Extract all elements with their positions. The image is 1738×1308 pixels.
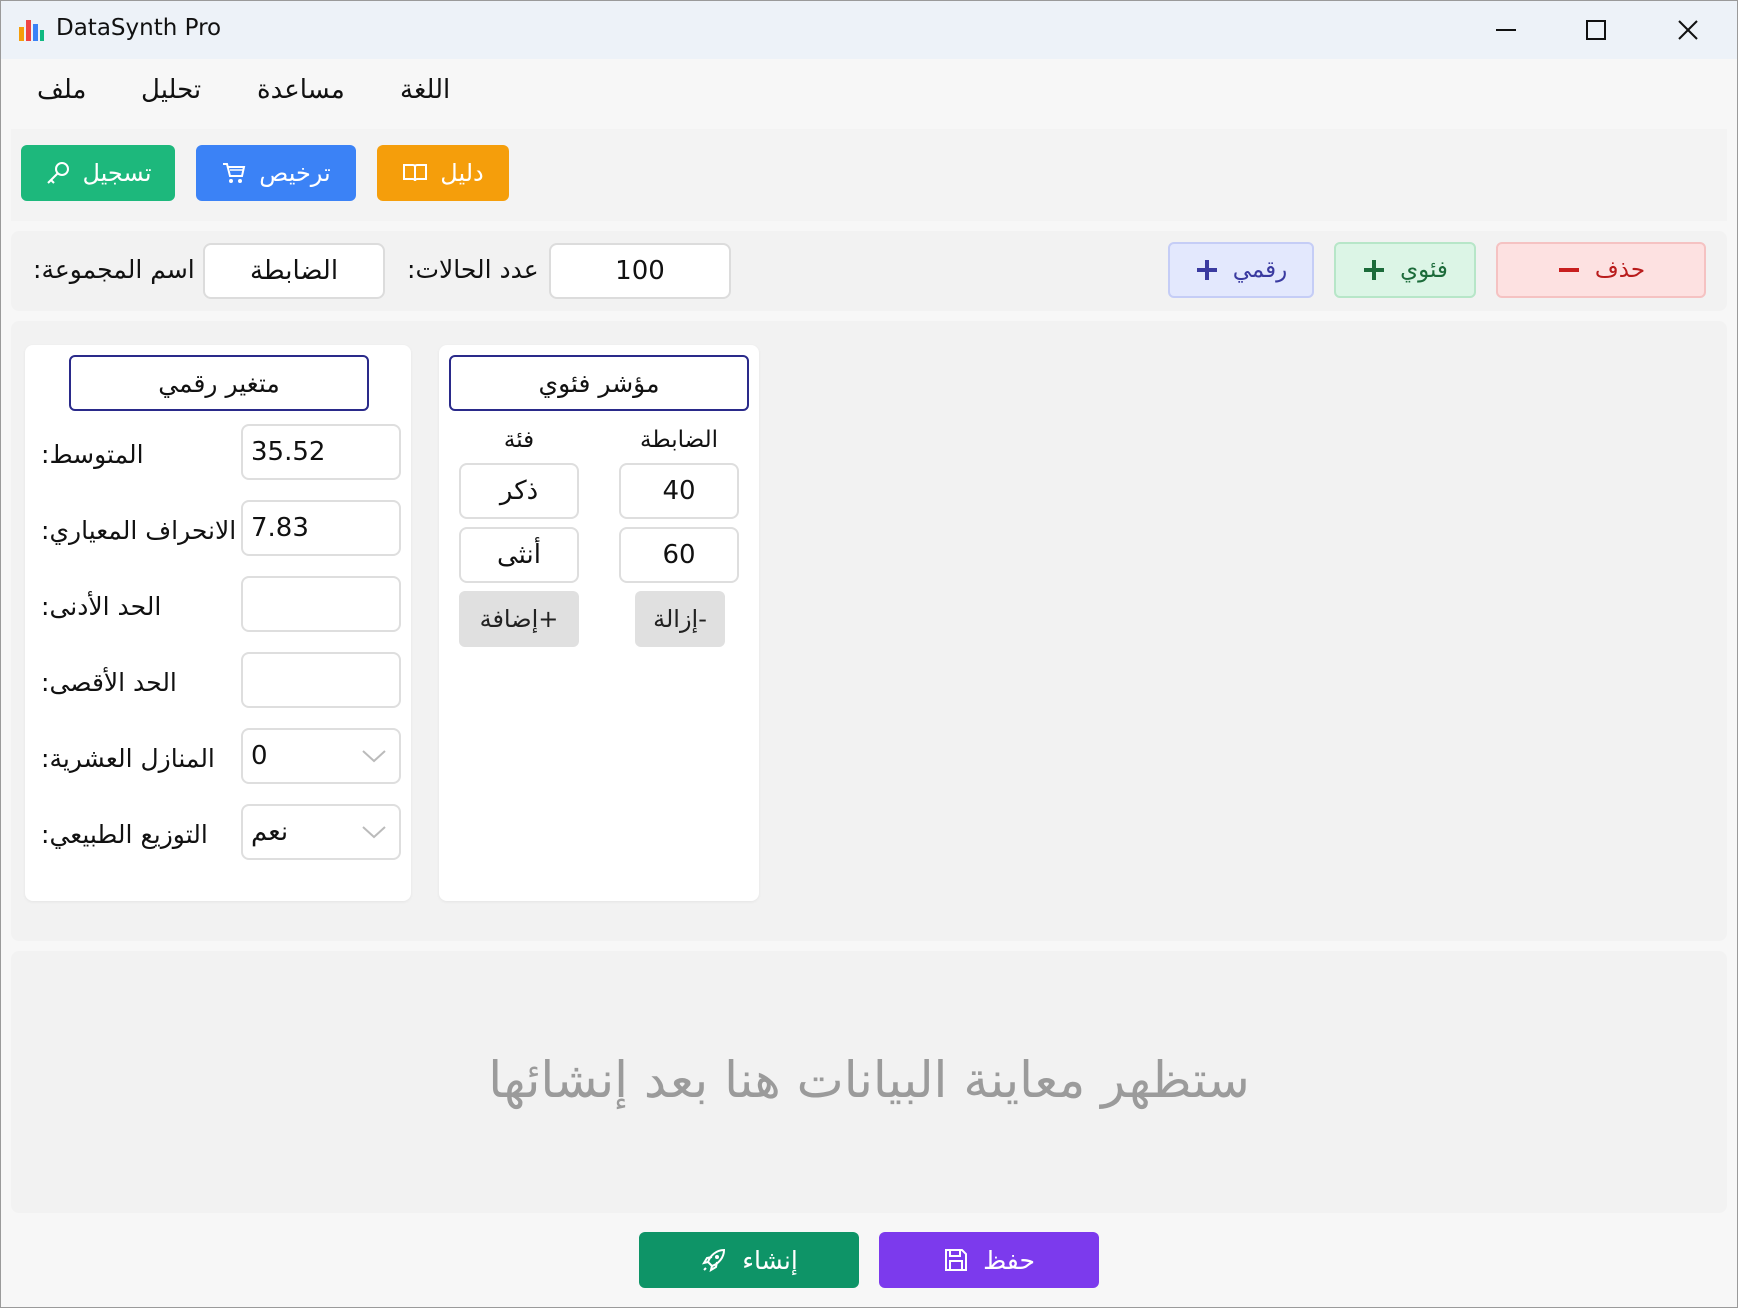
register-label: تسجيل xyxy=(82,159,152,187)
categorical-variable-card: مؤشر فئوي فئة الضابطة ذكر 40 أنثى 60 إضا… xyxy=(439,345,759,901)
group-name-label: :اسم المجموعة xyxy=(33,255,195,284)
normal-dist-value: نعم xyxy=(251,817,289,847)
count-input-2[interactable]: 60 xyxy=(619,527,739,583)
group-name-input[interactable]: الضابطة xyxy=(203,243,385,299)
plus-icon xyxy=(1364,260,1385,280)
std-dev-label: :الانحراف المعياري xyxy=(41,516,237,545)
add-category-button[interactable]: إضافة+ xyxy=(459,591,579,647)
count-input-1[interactable]: 40 xyxy=(619,463,739,519)
guide-button[interactable]: دليل xyxy=(377,145,509,201)
app-chart-icon xyxy=(19,20,44,41)
guide-label: دليل xyxy=(440,159,484,187)
license-label: ترخيص xyxy=(259,159,331,187)
group-controls: :اسم المجموعة الضابطة :عدد الحالات 100 ر… xyxy=(11,231,1727,311)
numeric-variable-card: متغير رقمي :المتوسط 35.52 :الانحراف المع… xyxy=(25,345,411,901)
add-numeric-button[interactable]: رقمي xyxy=(1168,242,1314,298)
max-input[interactable] xyxy=(241,652,401,708)
chevron-down-icon xyxy=(362,826,386,839)
plus-icon xyxy=(1196,260,1217,280)
normal-dist-select[interactable]: نعم xyxy=(241,804,401,860)
minimize-button[interactable] xyxy=(1461,1,1551,59)
title-bar: DataSynth Pro xyxy=(1,1,1737,59)
key-icon xyxy=(46,162,69,184)
cases-label: :عدد الحالات xyxy=(407,255,539,284)
book-icon xyxy=(403,164,428,182)
close-icon xyxy=(1678,20,1698,40)
add-categorical-label: فئوي xyxy=(1400,257,1448,283)
license-button[interactable]: ترخيص xyxy=(196,145,356,201)
maximize-icon xyxy=(1586,20,1606,40)
add-categorical-button[interactable]: فئوي xyxy=(1334,242,1476,298)
minimize-icon xyxy=(1496,29,1516,31)
std-dev-input[interactable]: 7.83 xyxy=(241,500,401,556)
category-input-1[interactable]: ذكر xyxy=(459,463,579,519)
save-button[interactable]: حفظ xyxy=(879,1232,1099,1288)
minus-icon xyxy=(1558,268,1579,272)
close-button[interactable] xyxy=(1643,1,1733,59)
mean-label: :المتوسط xyxy=(41,440,144,469)
remove-category-button[interactable]: إزالة- xyxy=(635,591,725,647)
menu-bar: ملف تحليل مساعدة اللغة xyxy=(1,59,1737,129)
category-column-header: فئة xyxy=(503,427,535,453)
window-title: DataSynth Pro xyxy=(56,15,222,41)
variables-area: متغير رقمي :المتوسط 35.52 :الانحراف المع… xyxy=(11,321,1727,941)
data-preview-panel: ستظهر معاينة البيانات هنا بعد إنشائها xyxy=(11,951,1727,1213)
save-label: حفظ xyxy=(983,1245,1035,1275)
floppy-disk-icon xyxy=(945,1249,968,1271)
chevron-down-icon xyxy=(362,750,386,763)
menu-help[interactable]: مساعدة xyxy=(257,75,345,105)
min-label: :الحد الأدنى xyxy=(41,592,162,621)
decimals-label: :المنازل العشرية xyxy=(41,744,215,773)
category-input-2[interactable]: أنثى xyxy=(459,527,579,583)
maximize-button[interactable] xyxy=(1551,1,1641,59)
cart-icon xyxy=(223,163,246,183)
decimals-value: 0 xyxy=(251,741,268,771)
menu-file[interactable]: ملف xyxy=(37,75,86,105)
group-column-header: الضابطة xyxy=(640,427,718,453)
add-numeric-label: رقمي xyxy=(1232,257,1288,283)
cases-input[interactable]: 100 xyxy=(549,243,731,299)
delete-button[interactable]: حذف xyxy=(1496,242,1706,298)
app-window: DataSynth Pro ملف تحليل مساعدة اللغة تسج… xyxy=(0,0,1738,1308)
register-button[interactable]: تسجيل xyxy=(21,145,175,201)
create-label: إنشاء xyxy=(742,1245,798,1275)
decimals-select[interactable]: 0 xyxy=(241,728,401,784)
menu-analysis[interactable]: تحليل xyxy=(141,75,201,105)
normal-dist-label: :التوزيع الطبيعي xyxy=(41,820,208,849)
menu-language[interactable]: اللغة xyxy=(400,75,450,105)
max-label: :الحد الأقصى xyxy=(41,668,177,697)
toolbar: تسجيل ترخيص دليل xyxy=(11,129,1727,221)
mean-input[interactable]: 35.52 xyxy=(241,424,401,480)
delete-label: حذف xyxy=(1594,257,1646,283)
min-input[interactable] xyxy=(241,576,401,632)
numeric-variable-title[interactable]: متغير رقمي xyxy=(69,355,369,411)
rocket-icon xyxy=(702,1248,726,1273)
categorical-variable-title[interactable]: مؤشر فئوي xyxy=(449,355,749,411)
create-button[interactable]: إنشاء xyxy=(639,1232,859,1288)
preview-placeholder: ستظهر معاينة البيانات هنا بعد إنشائها xyxy=(488,1051,1250,1109)
